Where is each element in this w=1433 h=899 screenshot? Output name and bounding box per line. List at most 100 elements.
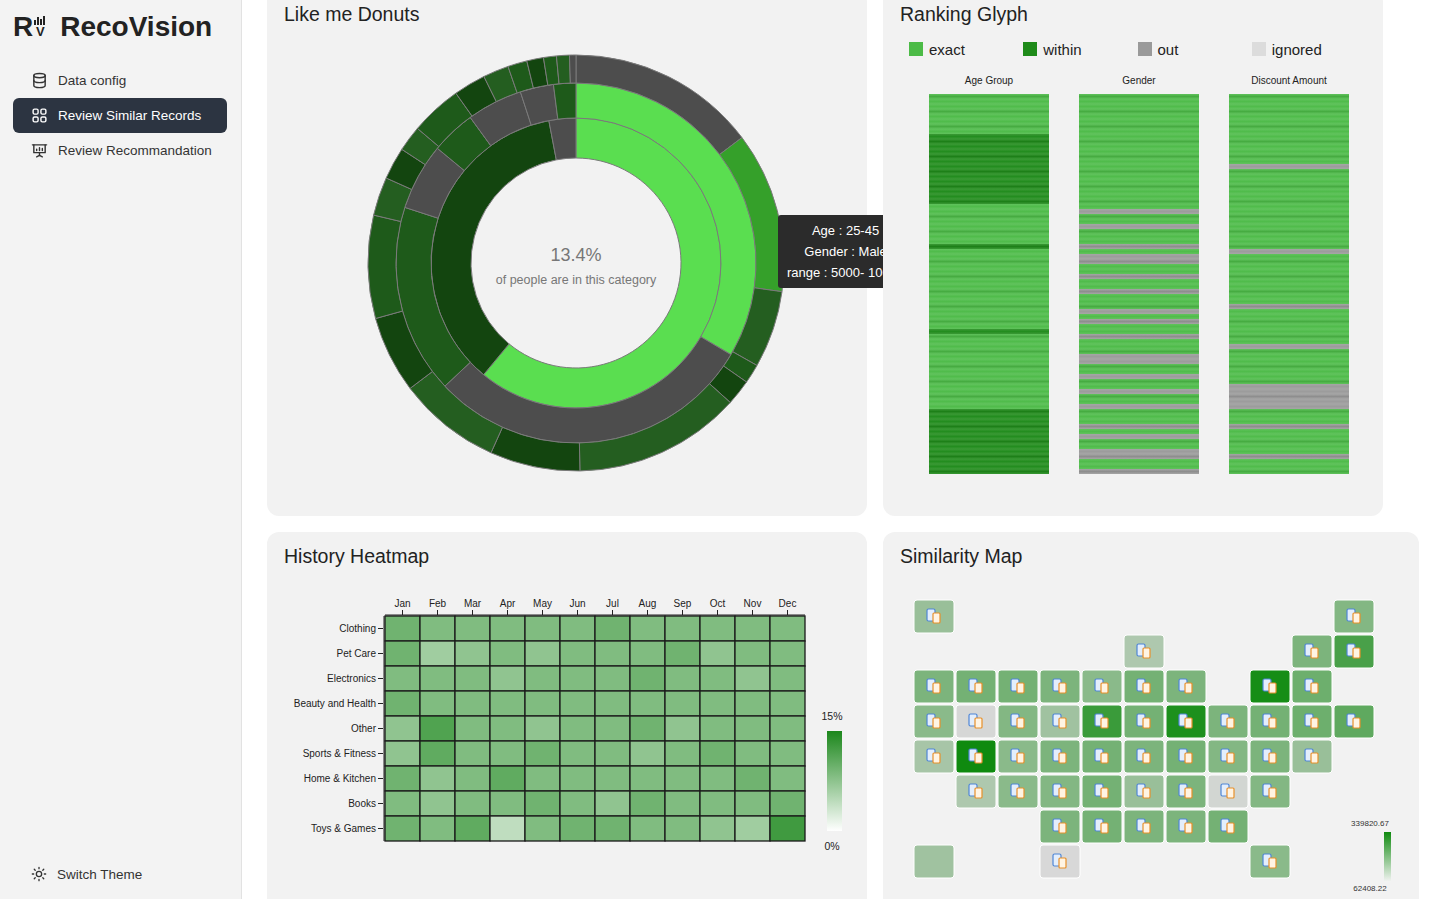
- heatmap-cell[interactable]: [665, 691, 700, 716]
- device-book-icon[interactable]: [969, 749, 982, 763]
- device-book-icon[interactable]: [1347, 609, 1360, 623]
- device-book-icon[interactable]: [1095, 784, 1108, 798]
- donut-segment[interactable]: [579, 384, 730, 471]
- map-region[interactable]: [1124, 705, 1164, 738]
- device-book-icon[interactable]: [1137, 644, 1150, 658]
- device-book-icon[interactable]: [1053, 784, 1066, 798]
- map-region[interactable]: [998, 740, 1038, 773]
- map-region[interactable]: [1124, 740, 1164, 773]
- donut-segment[interactable]: [410, 372, 502, 453]
- heatmap-cell[interactable]: [770, 791, 805, 816]
- heatmap-cell[interactable]: [735, 691, 770, 716]
- map-region[interactable]: [1166, 775, 1206, 808]
- heatmap-cell[interactable]: [455, 741, 490, 766]
- map-region[interactable]: [1292, 635, 1332, 668]
- heatmap-cell[interactable]: [420, 766, 455, 791]
- map-region[interactable]: [1082, 705, 1122, 738]
- donut-segment[interactable]: [720, 138, 784, 292]
- heatmap-cell[interactable]: [385, 641, 420, 666]
- device-book-icon[interactable]: [1305, 714, 1318, 728]
- map-region[interactable]: [1208, 810, 1248, 843]
- map-region[interactable]: [998, 705, 1038, 738]
- heatmap-cell[interactable]: [630, 616, 665, 641]
- heatmap-cell[interactable]: [385, 691, 420, 716]
- heatmap-cell[interactable]: [630, 791, 665, 816]
- heatmap-cell[interactable]: [560, 816, 595, 841]
- map-region[interactable]: [1040, 740, 1080, 773]
- heatmap-cell[interactable]: [665, 741, 700, 766]
- heatmap-cell[interactable]: [525, 766, 560, 791]
- donut-segment[interactable]: [569, 55, 576, 83]
- heatmap-cell[interactable]: [385, 791, 420, 816]
- heatmap-cell[interactable]: [420, 616, 455, 641]
- heatmap-cell[interactable]: [595, 766, 630, 791]
- map-region[interactable]: [1040, 810, 1080, 843]
- heatmap-cell[interactable]: [455, 691, 490, 716]
- switch-theme-button[interactable]: Switch Theme: [13, 863, 227, 885]
- map-region[interactable]: [1124, 775, 1164, 808]
- map-region[interactable]: [956, 670, 996, 703]
- map-region[interactable]: [1250, 845, 1290, 878]
- device-book-icon[interactable]: [1221, 784, 1234, 798]
- heatmap-cell[interactable]: [665, 791, 700, 816]
- heatmap-cell[interactable]: [560, 691, 595, 716]
- map-region[interactable]: [1040, 775, 1080, 808]
- sidebar-item[interactable]: Data config: [13, 63, 227, 98]
- heatmap-cell[interactable]: [665, 766, 700, 791]
- map-region[interactable]: [1208, 740, 1248, 773]
- heatmap-cell[interactable]: [630, 741, 665, 766]
- map-region[interactable]: [1250, 705, 1290, 738]
- donut-segment[interactable]: [549, 118, 576, 160]
- heatmap-cell[interactable]: [770, 691, 805, 716]
- heatmap-cell[interactable]: [490, 691, 525, 716]
- heatmap-cell[interactable]: [385, 741, 420, 766]
- device-book-icon[interactable]: [969, 679, 982, 693]
- donut-segment[interactable]: [733, 288, 782, 366]
- heatmap-cell[interactable]: [385, 616, 420, 641]
- heatmap-cell[interactable]: [735, 766, 770, 791]
- device-book-icon[interactable]: [1095, 819, 1108, 833]
- heatmap-cell[interactable]: [770, 741, 805, 766]
- donut-segment[interactable]: [576, 55, 742, 154]
- donut-segment[interactable]: [553, 83, 576, 119]
- map-region[interactable]: [1334, 600, 1374, 633]
- donut-segment[interactable]: [491, 427, 580, 471]
- device-book-icon[interactable]: [969, 784, 982, 798]
- heatmap-cell[interactable]: [770, 816, 805, 841]
- heatmap-cell[interactable]: [490, 716, 525, 741]
- heatmap-cell[interactable]: [700, 791, 735, 816]
- device-book-icon[interactable]: [1053, 854, 1066, 868]
- map-region[interactable]: [1292, 705, 1332, 738]
- heatmap-cell[interactable]: [630, 641, 665, 666]
- heatmap-cell[interactable]: [700, 766, 735, 791]
- donut-segment[interactable]: [376, 311, 433, 388]
- heatmap-cell[interactable]: [490, 616, 525, 641]
- device-book-icon[interactable]: [1011, 714, 1024, 728]
- heatmap-cell[interactable]: [735, 641, 770, 666]
- heatmap-cell[interactable]: [455, 666, 490, 691]
- heatmap-cell[interactable]: [560, 791, 595, 816]
- heatmap-cell[interactable]: [560, 741, 595, 766]
- heatmap-cell[interactable]: [385, 816, 420, 841]
- device-book-icon[interactable]: [1179, 679, 1192, 693]
- map-region[interactable]: [956, 705, 996, 738]
- heatmap-cell[interactable]: [525, 791, 560, 816]
- heatmap-cell[interactable]: [735, 666, 770, 691]
- donut-segment[interactable]: [368, 215, 403, 318]
- map-region[interactable]: [1166, 705, 1206, 738]
- device-book-icon[interactable]: [1053, 749, 1066, 763]
- device-book-icon[interactable]: [1179, 749, 1192, 763]
- heatmap-cell[interactable]: [770, 766, 805, 791]
- map-region[interactable]: [956, 775, 996, 808]
- device-book-icon[interactable]: [1263, 749, 1276, 763]
- heatmap-cell[interactable]: [525, 816, 560, 841]
- heatmap-cell[interactable]: [665, 641, 700, 666]
- map-region[interactable]: [1124, 810, 1164, 843]
- heatmap-cell[interactable]: [420, 666, 455, 691]
- heatmap-cell[interactable]: [420, 716, 455, 741]
- heatmap-cell[interactable]: [700, 641, 735, 666]
- heatmap-cell[interactable]: [420, 791, 455, 816]
- map-region[interactable]: [914, 705, 954, 738]
- device-book-icon[interactable]: [1137, 714, 1150, 728]
- heatmap-cell[interactable]: [700, 616, 735, 641]
